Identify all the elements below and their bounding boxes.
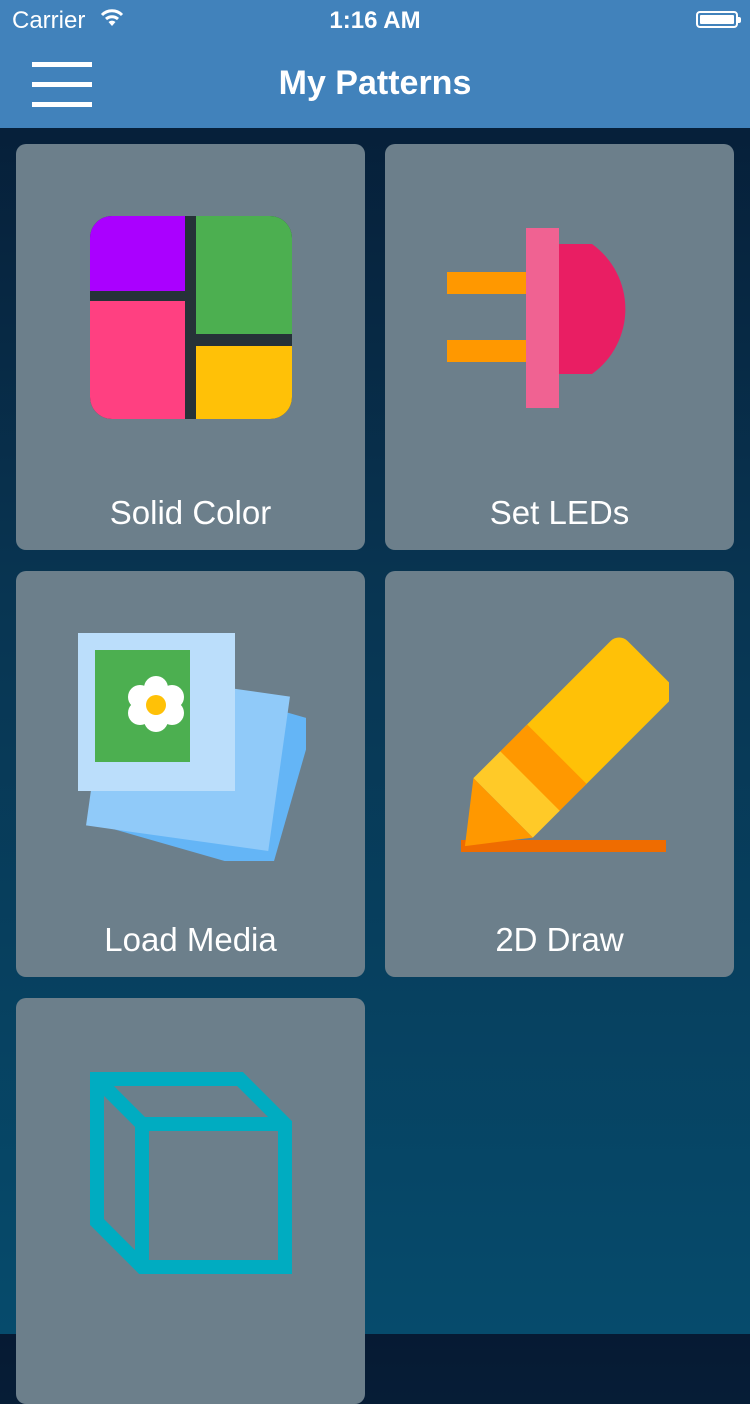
tile-solid-color[interactable]: Solid Color bbox=[16, 144, 365, 550]
pencil-icon bbox=[461, 637, 669, 852]
tile-2d-draw[interactable]: 2D Draw bbox=[385, 571, 734, 977]
tile-set-leds[interactable]: Set LEDs bbox=[385, 144, 734, 550]
tile-load-media[interactable]: Load Media bbox=[16, 571, 365, 977]
color-grid-icon bbox=[90, 216, 292, 419]
status-time: 1:16 AM bbox=[329, 7, 421, 34]
battery-icon bbox=[696, 11, 741, 28]
status-bar: Carrier 1:16 AM bbox=[0, 0, 750, 40]
navigation-bar: My Patterns bbox=[0, 40, 750, 128]
photos-icon bbox=[78, 633, 306, 861]
tile-label: Load Media bbox=[104, 921, 277, 958]
tile-3d[interactable] bbox=[16, 998, 365, 1404]
tile-label: Set LEDs bbox=[489, 494, 630, 531]
tile-label: Solid Color bbox=[109, 494, 272, 531]
tile-label: 2D Draw bbox=[495, 921, 624, 958]
page-title: My Patterns bbox=[278, 64, 472, 102]
cube-icon bbox=[90, 1072, 292, 1274]
led-icon bbox=[447, 228, 626, 408]
